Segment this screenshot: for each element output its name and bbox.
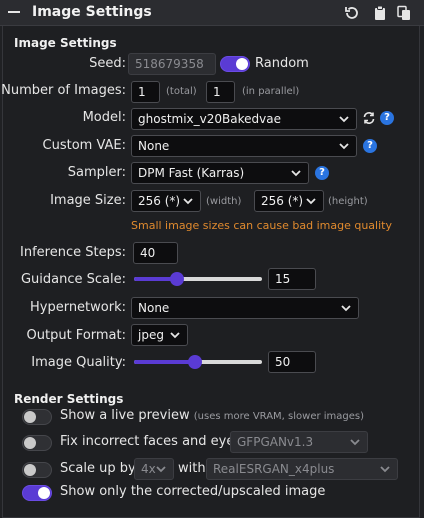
live-preview-option: Show a live preview (uses more VRAM, slo… xyxy=(60,408,364,423)
seed-label: Seed: xyxy=(89,56,126,71)
show-only-corrected-label: Show only the corrected/upscaled image xyxy=(60,484,326,499)
output-format-label: Output Format: xyxy=(26,328,126,343)
guidance-scale-input[interactable]: 15 xyxy=(268,268,316,290)
vae-select-value: None xyxy=(138,139,170,153)
upscale-with-label: with xyxy=(178,461,206,476)
vae-label: Custom VAE: xyxy=(42,138,126,153)
vae-help-icon[interactable]: ? xyxy=(363,139,377,153)
collapse-icon[interactable] xyxy=(8,11,20,13)
live-preview-note: (uses more VRAM, slower images) xyxy=(193,411,365,422)
model-label: Model: xyxy=(82,110,126,125)
chevron-down-icon xyxy=(339,143,349,150)
num-images-label: Number of Images: xyxy=(1,83,126,98)
sampler-select[interactable]: DPM Fast (Karras) xyxy=(131,162,309,184)
vae-select[interactable]: None xyxy=(131,135,357,157)
seed-input[interactable]: 518679358 xyxy=(128,53,216,75)
random-seed-toggle[interactable] xyxy=(220,56,250,72)
panel-header[interactable]: Image Settings xyxy=(0,0,424,26)
copy-icon[interactable] xyxy=(396,5,412,21)
image-width-value: 256 (*) xyxy=(138,194,181,208)
image-quality-input[interactable]: 50 xyxy=(268,351,316,373)
num-images-total-hint: (total) xyxy=(166,86,197,97)
fix-faces-toggle[interactable] xyxy=(22,435,52,451)
inference-steps-input[interactable]: 40 xyxy=(133,242,178,264)
chevron-down-icon xyxy=(380,466,390,473)
image-height-select[interactable]: 256 (*) xyxy=(254,190,324,212)
image-size-warning: Small image sizes can cause bad image qu… xyxy=(131,219,392,232)
panel-title: Image Settings xyxy=(32,4,152,20)
image-height-value: 256 (*) xyxy=(261,194,304,208)
output-format-value: jpeg xyxy=(138,328,164,342)
sampler-label: Sampler: xyxy=(67,165,126,180)
random-seed-label: Random xyxy=(255,56,309,71)
chevron-down-icon xyxy=(306,198,316,205)
image-width-select[interactable]: 256 (*) xyxy=(131,190,201,212)
render-settings-section-title: Render Settings xyxy=(14,392,124,406)
image-quality-slider[interactable] xyxy=(134,355,262,369)
num-images-total-input[interactable]: 1 xyxy=(131,81,160,103)
num-images-parallel-input[interactable]: 1 xyxy=(206,81,235,103)
image-size-label: Image Size: xyxy=(50,193,126,208)
upscale-label: Scale up by xyxy=(60,461,136,476)
inference-steps-label: Inference Steps: xyxy=(20,245,126,260)
upscale-factor-select[interactable]: 4x xyxy=(134,458,174,480)
fix-faces-label: Fix incorrect faces and eyes xyxy=(60,434,242,449)
num-images-parallel-hint: (in parallel) xyxy=(242,86,300,97)
reset-icon[interactable] xyxy=(344,5,360,21)
upscale-factor-value: 4x xyxy=(141,462,156,476)
slider-thumb[interactable] xyxy=(187,355,202,369)
hypernetwork-select-value: None xyxy=(138,301,170,315)
chevron-down-icon xyxy=(156,466,166,473)
image-settings-section-title: Image Settings xyxy=(14,36,117,50)
chevron-down-icon xyxy=(183,198,193,205)
paste-icon[interactable] xyxy=(372,5,388,21)
sampler-select-value: DPM Fast (Karras) xyxy=(138,166,245,180)
chevron-down-icon xyxy=(170,332,180,339)
chevron-down-icon xyxy=(350,439,360,446)
upscale-model-select[interactable]: RealESRGAN_x4plus xyxy=(206,458,398,480)
image-width-hint: (width) xyxy=(206,196,242,207)
face-model-select[interactable]: GFPGANv1.3 xyxy=(230,431,368,453)
upscale-model-value: RealESRGAN_x4plus xyxy=(213,462,335,476)
show-only-corrected-toggle[interactable] xyxy=(22,485,52,501)
hypernetwork-label: Hypernetwork: xyxy=(29,300,126,315)
image-height-hint: (height) xyxy=(328,196,368,207)
chevron-down-icon xyxy=(341,305,351,312)
live-preview-toggle[interactable] xyxy=(22,409,52,425)
image-quality-label: Image Quality: xyxy=(31,355,126,370)
sampler-help-icon[interactable]: ? xyxy=(315,166,329,180)
chevron-down-icon xyxy=(339,116,349,123)
guidance-scale-label: Guidance Scale: xyxy=(20,272,126,287)
refresh-models-icon[interactable] xyxy=(362,111,376,125)
upscale-toggle[interactable] xyxy=(22,462,52,478)
output-format-select[interactable]: jpeg xyxy=(131,324,188,346)
guidance-scale-slider[interactable] xyxy=(134,272,262,286)
chevron-down-icon xyxy=(291,170,301,177)
live-preview-label: Show a live preview xyxy=(60,408,190,423)
model-help-icon[interactable]: ? xyxy=(380,111,394,125)
slider-thumb[interactable] xyxy=(170,272,185,286)
model-select[interactable]: ghostmix_v20Bakedvae xyxy=(131,108,357,130)
model-select-value: ghostmix_v20Bakedvae xyxy=(138,112,281,126)
face-model-value: GFPGANv1.3 xyxy=(237,435,314,449)
hypernetwork-select[interactable]: None xyxy=(131,297,359,319)
